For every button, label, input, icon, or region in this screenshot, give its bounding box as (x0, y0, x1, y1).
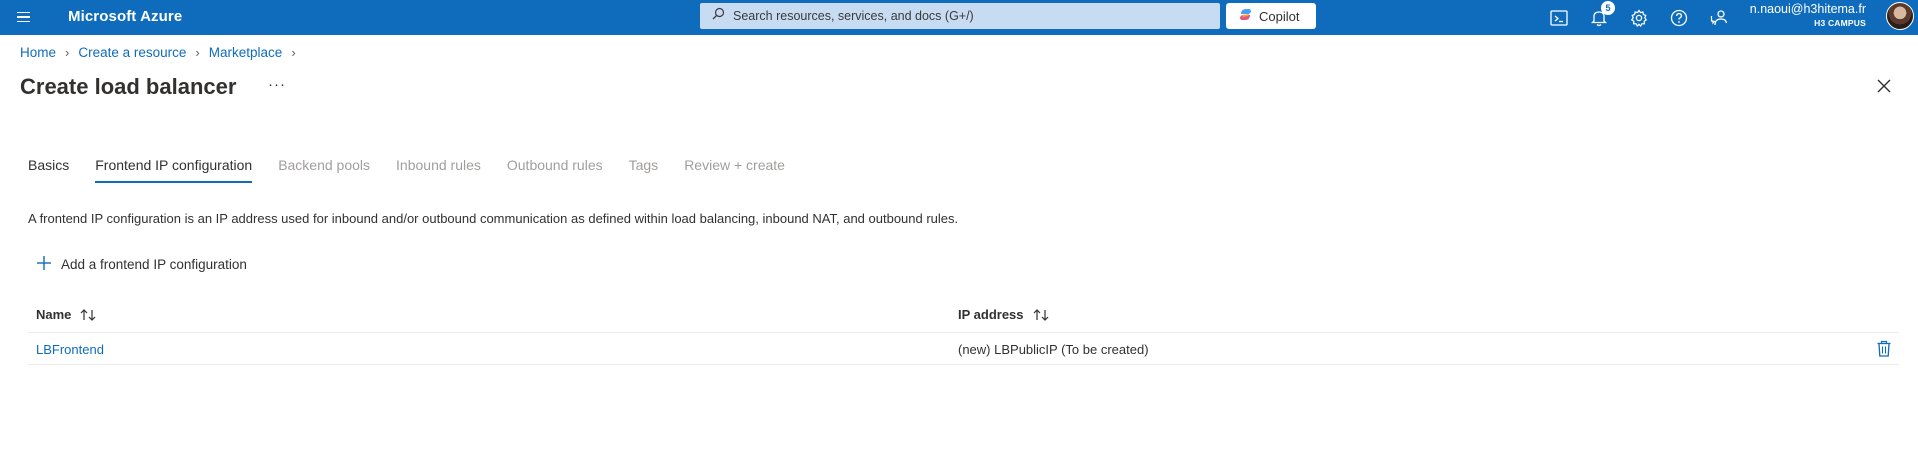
chevron-right-icon: › (291, 45, 296, 60)
account-menu[interactable]: n.naoui@h3hitema.fr H3 CAMPUS (1750, 2, 1866, 29)
table-cell-ip-address: (new) LBPublicIP (To be created) (958, 342, 1149, 357)
brand-title[interactable]: Microsoft Azure (68, 8, 182, 25)
wizard-tabs: Basics Frontend IP configuration Backend… (28, 157, 811, 183)
column-header-name[interactable]: Name (36, 307, 97, 322)
help-icon[interactable] (1666, 5, 1692, 31)
settings-icon[interactable] (1626, 5, 1652, 31)
feedback-icon[interactable] (1706, 5, 1732, 31)
sort-icon[interactable] (1032, 308, 1050, 322)
breadcrumb: Home › Create a resource › Marketplace › (20, 45, 305, 60)
tab-basics[interactable]: Basics (28, 157, 69, 183)
table-cell-name-link[interactable]: LBFrontend (36, 342, 104, 357)
search-icon (712, 7, 725, 25)
search-input[interactable] (733, 9, 1213, 23)
table-divider (28, 332, 1899, 333)
cloud-shell-icon[interactable] (1546, 5, 1572, 31)
copilot-label: Copilot (1259, 8, 1300, 24)
section-description: A frontend IP configuration is an IP add… (28, 211, 959, 226)
column-header-label: Name (36, 307, 72, 322)
breadcrumb-home[interactable]: Home (20, 45, 56, 60)
table-divider (28, 364, 1899, 365)
delete-icon[interactable] (1876, 340, 1892, 358)
breadcrumb-create-resource[interactable]: Create a resource (78, 45, 186, 60)
chevron-right-icon: › (195, 45, 200, 60)
notification-badge: 5 (1601, 1, 1615, 15)
search-box[interactable] (700, 3, 1220, 29)
top-bar: Microsoft Azure Copilot 5 n.naoui@h3hite… (0, 0, 1918, 35)
add-frontend-ip-label: Add a frontend IP configuration (61, 257, 247, 272)
tab-review-create: Review + create (684, 157, 785, 173)
column-header-label: IP address (958, 307, 1024, 322)
copilot-icon (1238, 7, 1253, 25)
account-tenant: H3 CAMPUS (1814, 18, 1866, 28)
copilot-button[interactable]: Copilot (1226, 3, 1316, 29)
tab-outbound-rules: Outbound rules (506, 157, 603, 173)
chevron-right-icon: › (65, 45, 70, 60)
breadcrumb-marketplace[interactable]: Marketplace (209, 45, 283, 60)
tab-backend-pools: Backend pools (278, 157, 371, 173)
plus-icon (36, 255, 52, 274)
account-email: n.naoui@h3hitema.fr (1749, 2, 1866, 16)
close-icon[interactable] (1874, 76, 1894, 96)
column-header-ip-address[interactable]: IP address (958, 307, 1050, 322)
tab-tags: Tags (628, 157, 659, 173)
more-options-icon[interactable]: ··· (268, 76, 286, 93)
avatar[interactable] (1886, 2, 1914, 30)
tab-inbound-rules: Inbound rules (396, 157, 481, 173)
menu-icon[interactable] (14, 6, 34, 28)
sort-icon[interactable] (79, 308, 97, 322)
add-frontend-ip-button[interactable]: Add a frontend IP configuration (36, 255, 247, 274)
tab-frontend-ip-configuration[interactable]: Frontend IP configuration (95, 157, 253, 183)
notifications-icon[interactable]: 5 (1586, 1, 1615, 31)
page-title: Create load balancer (20, 74, 237, 99)
